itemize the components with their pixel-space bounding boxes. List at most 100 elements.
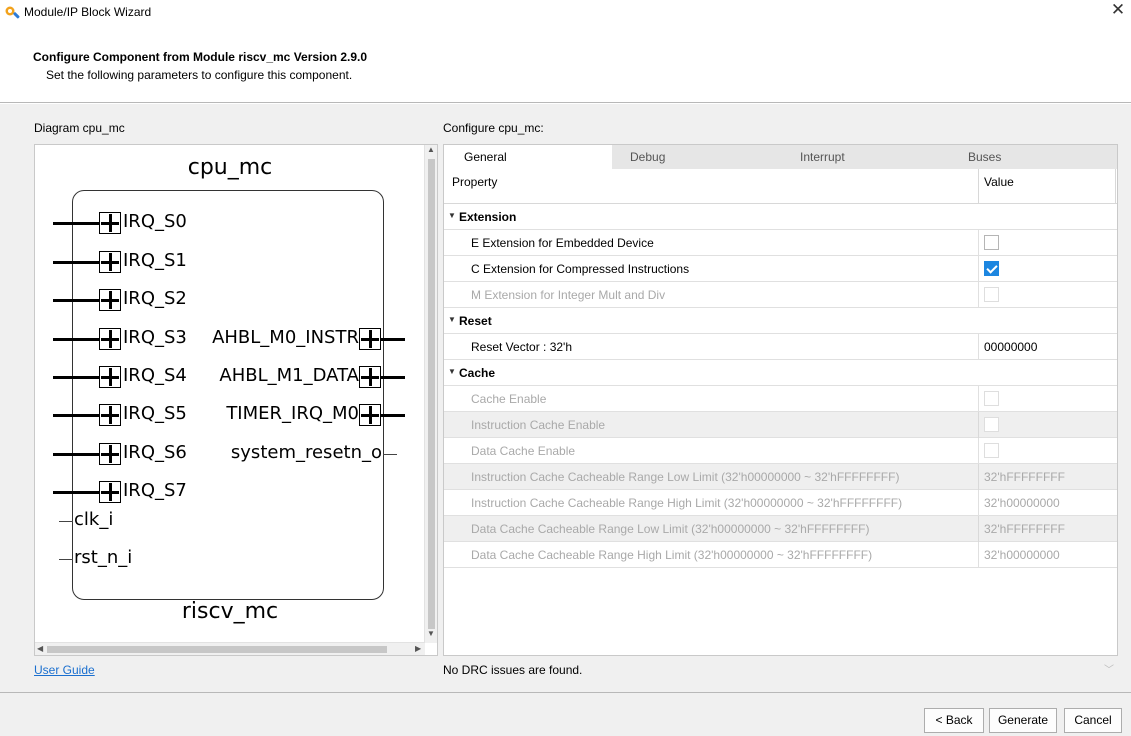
column-divider [978,256,979,282]
group-extension[interactable]: ▼ Extension [444,204,1117,230]
column-header-property[interactable]: Property [452,175,497,189]
scroll-down-icon[interactable]: ▼ [427,629,435,638]
scroll-left-icon[interactable]: ◀ [37,644,43,653]
property-grid: Property Value ▼ Extension E Extension f… [444,169,1117,568]
pin-label: IRQ_S7 [123,480,187,501]
property-name: Instruction Cache Cacheable Range High L… [471,496,903,510]
column-divider [978,542,979,568]
collapse-caret-icon[interactable]: ▼ [448,211,456,220]
module-name: riscv_mc [181,599,279,624]
column-header-value[interactable]: Value [984,175,1014,189]
pin-wire [381,338,405,341]
pin-label: IRQ_S2 [123,288,187,309]
icache-low-limit-field: 32'hFFFFFFFF [984,470,1065,484]
tab-interrupt[interactable]: Interrupt [780,145,948,169]
chevron-down-icon[interactable]: ﹀ [1104,661,1114,676]
back-button[interactable]: < Back [924,708,984,733]
column-divider [978,490,979,516]
pin-ahbl-m1-data[interactable]: AHBL_M1_DATA [185,364,407,390]
pin-label: clk_i [74,509,114,530]
scroll-right-icon[interactable]: ▶ [415,644,421,653]
diagram-label: Diagram cpu_mc [34,121,125,135]
group-reset[interactable]: ▼ Reset [444,308,1117,334]
expand-bus-icon[interactable] [359,366,381,388]
pin-label: IRQ_S0 [123,211,187,232]
property-name: Data Cache Enable [471,444,576,458]
expand-bus-icon[interactable] [99,443,121,465]
row-m-extension: M Extension for Integer Mult and Div [444,282,1117,308]
title-bar: Module/IP Block Wizard ✕ [0,0,1131,30]
group-cache[interactable]: ▼ Cache [444,360,1117,386]
diagram-horizontal-scrollbar[interactable]: ◀ ▶ [35,642,425,655]
collapse-caret-icon[interactable]: ▼ [448,315,456,324]
expand-bus-icon[interactable] [99,251,121,273]
pin-timer-irq-m0[interactable]: TIMER_IRQ_M0 [185,402,407,428]
instance-name: cpu_mc [187,155,273,180]
column-divider [1115,169,1116,204]
page-subtitle: Set the following parameters to configur… [46,68,353,82]
window-title: Module/IP Block Wizard [24,5,152,19]
e-extension-checkbox[interactable] [984,235,999,250]
row-icache-high-limit: Instruction Cache Cacheable Range High L… [444,490,1117,516]
scroll-thumb[interactable] [428,159,435,629]
pin-clk-i[interactable]: clk_i [59,508,179,534]
pin-wire [381,414,405,417]
grid-header: Property Value [444,169,1117,204]
scroll-up-icon[interactable]: ▲ [427,145,435,154]
expand-bus-icon[interactable] [99,366,121,388]
column-divider [978,516,979,542]
expand-bus-icon[interactable] [99,328,121,350]
pin-system-resetn-o[interactable]: system_resetn_o [185,441,407,467]
pin-label: AHBL_M0_INSTR [212,327,359,348]
scroll-thumb[interactable] [47,646,387,653]
tab-buses[interactable]: Buses [948,145,1117,169]
close-icon[interactable]: ✕ [1109,0,1127,20]
tab-general[interactable]: General [444,145,612,169]
config-panel: General Debug Interrupt Buses Property V… [443,144,1118,656]
row-reset-vector: Reset Vector : 32'h 00000000 [444,334,1117,360]
column-divider [978,230,979,256]
pin-label: IRQ_S5 [123,403,187,424]
expand-bus-icon[interactable] [99,404,121,426]
column-divider [978,464,979,490]
main-area: Diagram cpu_mc Configure cpu_mc: cpu_mc … [0,104,1131,693]
diagram-canvas: cpu_mc IRQ_S0 IRQ_S1 IRQ_S2 IRQ_S3 IRQ_S… [35,145,425,643]
tab-debug[interactable]: Debug [612,145,780,169]
pin-ahbl-m0-instr[interactable]: AHBL_M0_INSTR [185,326,407,352]
generate-button[interactable]: Generate [989,708,1057,733]
reset-vector-field[interactable]: 00000000 [984,340,1037,354]
expand-bus-icon[interactable] [99,212,121,234]
m-extension-checkbox [984,287,999,302]
user-guide-link[interactable]: User Guide [34,663,95,677]
row-dcache-enable: Data Cache Enable [444,438,1117,464]
expand-bus-icon[interactable] [99,289,121,311]
pin-wire [53,453,99,456]
page-title: Configure Component from Module riscv_mc… [33,50,368,64]
collapse-caret-icon[interactable]: ▼ [448,367,456,376]
property-name: M Extension for Integer Mult and Div [471,288,666,302]
pin-label: IRQ_S4 [123,365,187,386]
column-divider [978,282,979,308]
row-dcache-low-limit: Data Cache Cacheable Range Low Limit (32… [444,516,1117,542]
tab-bar: General Debug Interrupt Buses [444,145,1117,169]
pin-wire [53,376,99,379]
pin-label: IRQ_S1 [123,250,187,271]
expand-bus-icon[interactable] [359,328,381,350]
pin-label: TIMER_IRQ_M0 [226,403,359,424]
cancel-button[interactable]: Cancel [1064,708,1122,733]
pin-wire [59,559,73,560]
group-label: Reset [459,314,492,328]
group-label: Cache [459,366,496,380]
c-extension-checkbox[interactable] [984,261,999,276]
row-icache-enable: Instruction Cache Enable [444,412,1117,438]
wizard-footer: < Back Generate Cancel [0,692,1131,736]
pin-wire [53,222,99,225]
configure-label: Configure cpu_mc: [443,121,544,135]
column-divider [978,386,979,412]
expand-bus-icon[interactable] [359,404,381,426]
pin-rst-n-i[interactable]: rst_n_i [59,546,179,572]
expand-bus-icon[interactable] [99,481,121,503]
row-dcache-high-limit: Data Cache Cacheable Range High Limit (3… [444,542,1117,568]
diagram-vertical-scrollbar[interactable]: ▲ ▼ [424,145,437,643]
property-name: C Extension for Compressed Instructions [471,262,690,276]
